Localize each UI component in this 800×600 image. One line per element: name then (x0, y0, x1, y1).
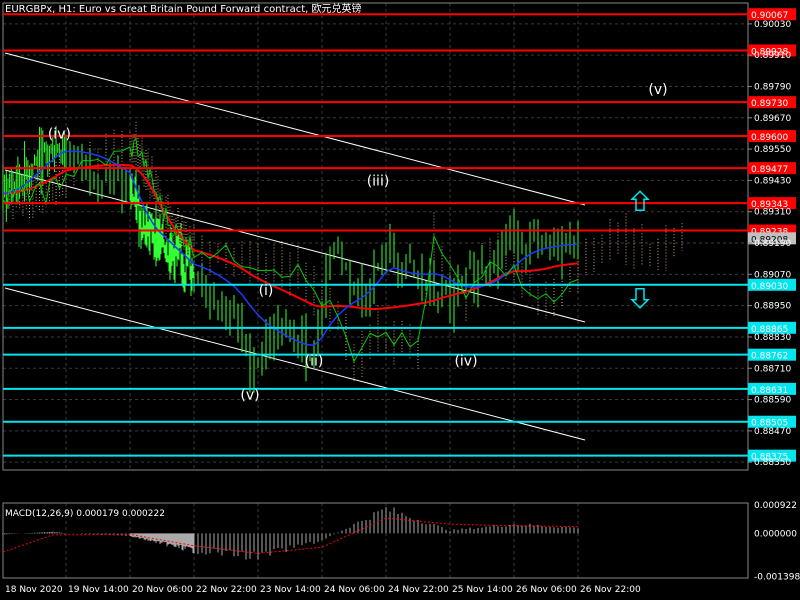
resistance-level-label: 0.89600 (751, 133, 788, 143)
x-tick-label: 26 Nov 22:00 (580, 585, 641, 595)
y-tick-label: 0.88950 (754, 302, 791, 312)
wave-label: (iii) (367, 173, 390, 189)
x-tick-label: 20 Nov 06:00 (132, 585, 193, 595)
chart-title: EURGBPx, H1: Euro vs Great Britain Pound… (5, 2, 361, 15)
x-tick-label: 25 Nov 14:00 (452, 585, 513, 595)
macd-label: MACD(12,26,9) 0.000179 0.000222 (5, 509, 165, 519)
arrow-down-icon (630, 288, 650, 309)
wave-label: (iv) (454, 353, 477, 369)
wave-label: (v) (240, 387, 259, 403)
wave-label: (iv) (48, 126, 71, 142)
x-tick-label: 19 Nov 14:00 (68, 585, 129, 595)
x-tick-label: 22 Nov 22:00 (196, 585, 257, 595)
trading-chart[interactable]: 0.900670.899280.897300.896000.894770.893… (0, 0, 800, 600)
y-tick-label: 0.89550 (754, 145, 791, 155)
y-tick-label: 0.88470 (754, 427, 791, 437)
y-tick-label: 0.88350 (754, 458, 791, 468)
y-tick-label: 0.89190 (754, 239, 791, 249)
channel-lower-line (4, 287, 586, 441)
x-tick-label: 23 Nov 14:00 (260, 585, 321, 595)
y-tick-label: 0.89430 (754, 176, 791, 186)
macd-tick-label: 0.000000 (754, 529, 797, 539)
y-tick-label: 0.89670 (754, 114, 791, 124)
y-tick-label: 0.89790 (754, 82, 791, 92)
x-tick-label: 18 Nov 2020 (5, 585, 63, 595)
y-tick-label: 0.88830 (754, 333, 791, 343)
wave-label: (ii) (305, 353, 324, 369)
macd-tick-label: 0.000922 (754, 501, 797, 511)
support-level-label: 0.89030 (751, 282, 788, 292)
resistance-level-label: 0.89477 (751, 165, 788, 175)
x-tick-label: 24 Nov 06:00 (324, 585, 385, 595)
price-levels[interactable]: 0.900670.899280.897300.896000.894770.893… (3, 8, 796, 463)
y-tick-label: 0.88710 (754, 364, 791, 374)
y-tick-label: 0.90030 (754, 20, 791, 30)
support-level-label: 0.88631 (751, 386, 788, 396)
arrow-up-icon (630, 190, 650, 212)
macd-tick-label: -0.001398 (754, 572, 800, 582)
y-tick-label: 0.89910 (754, 51, 791, 61)
wave-label: (i) (259, 283, 274, 299)
x-tick-label: 24 Nov 22:00 (388, 585, 449, 595)
y-tick-label: 0.89310 (754, 208, 791, 218)
x-tick-label: 26 Nov 06:00 (516, 585, 577, 595)
support-level-label: 0.88762 (751, 352, 788, 362)
y-tick-label: 0.89070 (754, 270, 791, 280)
wave-label: (v) (648, 82, 667, 98)
moving-average-red (2, 163, 579, 311)
channel-upper-line (4, 52, 586, 206)
y-tick-label: 0.88590 (754, 396, 791, 406)
resistance-level-label: 0.89730 (751, 99, 788, 109)
